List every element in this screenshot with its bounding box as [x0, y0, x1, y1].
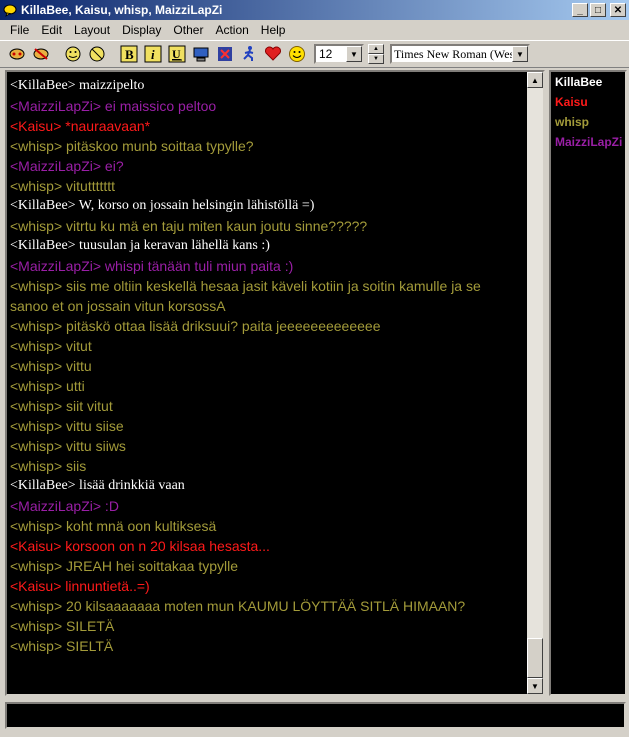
chat-message: <whisp> vittu — [10, 358, 92, 374]
chat-message: <whisp> JREAH hei soittakaa typylle — [10, 558, 238, 574]
toolbar: B i U 12 ▼ ▲ ▼ Times New Roman (Wes ▼ — [0, 40, 629, 68]
chat-message: <whisp> pitäskoo munb soittaa typylle? — [10, 138, 254, 154]
chevron-down-icon[interactable]: ▼ — [346, 46, 362, 62]
chat-message: <MaizziLapZi> ei? — [10, 158, 124, 174]
menu-other[interactable]: Other — [167, 23, 209, 37]
chat-app-icon — [3, 3, 17, 17]
chat-message: <whisp> siis — [10, 458, 87, 474]
chat-message: <whisp> 20 kilsaaaaaaa moten mun KAUMU L… — [10, 598, 466, 614]
underline-icon[interactable]: U — [166, 44, 187, 65]
nick-item[interactable]: Kaisu — [551, 92, 625, 112]
svg-text:U: U — [172, 47, 181, 61]
menu-layout[interactable]: Layout — [68, 23, 116, 37]
message-input[interactable] — [5, 702, 626, 729]
spin-up-icon[interactable]: ▲ — [368, 44, 384, 54]
smiley-icon[interactable] — [286, 44, 307, 65]
chat-message: <Kaisu> linnuntietä..=) — [10, 578, 150, 594]
svg-text:i: i — [151, 47, 155, 62]
svg-text:B: B — [125, 47, 134, 62]
chat-message: <MaizziLapZi> whispi tänään tuli miun pa… — [10, 258, 294, 274]
font-size-spinner[interactable]: ▲ ▼ — [368, 44, 384, 64]
chat-message: <whisp> pitäskö ottaa lisää driksuui? pa… — [10, 318, 381, 334]
nick-item[interactable]: whisp — [551, 112, 625, 132]
chat-message: <whisp> siit vitut — [10, 398, 113, 414]
chat-message: <Kaisu> *nauraavaan* — [10, 118, 151, 134]
minimize-button[interactable]: _ — [572, 3, 588, 17]
font-name-select[interactable]: Times New Roman (Wes ▼ — [390, 44, 530, 64]
chat-message: <Kaisu> korsoon on n 20 kilsaa hesasta..… — [10, 538, 270, 554]
connect-icon[interactable] — [6, 44, 27, 65]
chat-message: <whisp> SILETÄ — [10, 618, 115, 634]
chat-message: <whisp> vitut — [10, 338, 92, 354]
runner-icon[interactable] — [238, 44, 259, 65]
nick-item[interactable]: KillaBee — [551, 72, 625, 92]
nick-item[interactable]: MaizziLapZi — [551, 132, 625, 152]
chat-message: <KillaBee> tuusulan ja keravan lähellä k… — [10, 238, 270, 253]
kick-icon[interactable] — [214, 44, 235, 65]
italic-icon[interactable]: i — [142, 44, 163, 65]
chat-message: <whisp> utti — [10, 378, 85, 394]
chat-message: <whisp> siis me oltiin keskellä hesaa ja… — [10, 278, 481, 314]
away-icon[interactable] — [62, 44, 83, 65]
chat-message: <KillaBee> W, korso on jossain helsingin… — [10, 198, 315, 213]
menu-help[interactable]: Help — [255, 23, 292, 37]
bold-icon[interactable]: B — [118, 44, 139, 65]
chat-log[interactable]: <KillaBee> maizzipelto <MaizziLapZi> ei m… — [5, 70, 545, 696]
menu-display[interactable]: Display — [116, 23, 167, 37]
font-size-value: 12 — [319, 47, 333, 61]
chat-message: <whisp> vittu siise — [10, 418, 124, 434]
chat-message: <whisp> vitrtu ku mä en taju miten kaun … — [10, 218, 368, 234]
spin-down-icon[interactable]: ▼ — [368, 54, 384, 64]
font-name-value: Times New Roman (Wes — [394, 46, 515, 61]
chat-message: <whisp> vittu siiws — [10, 438, 126, 454]
chat-scrollbar[interactable]: ▲ ▼ — [527, 72, 543, 694]
chat-message: <whisp> SIELTÄ — [10, 638, 114, 654]
chat-message: <whisp> koht mnä oon kultiksesä — [10, 518, 217, 534]
menu-file[interactable]: File — [4, 23, 35, 37]
chat-message: <whisp> vituttttttt — [10, 178, 116, 194]
heart-icon[interactable] — [262, 44, 283, 65]
close-button[interactable]: ✕ — [610, 3, 626, 17]
nick-list: KillaBee Kaisu whisp MaizziLapZi — [549, 70, 627, 696]
chat-message: <KillaBee> maizzipelto — [10, 78, 145, 93]
emote-icon[interactable] — [86, 44, 107, 65]
menu-bar: File Edit Layout Display Other Action He… — [0, 20, 629, 40]
chat-message: <KillaBee> lisää drinkkiä vaan — [10, 478, 185, 493]
title-bar: KillaBee, Kaisu, whisp, MaizziLapZi _ □ … — [0, 0, 629, 20]
chat-message: <MaizziLapZi> :D — [10, 498, 119, 514]
chat-message: <MaizziLapZi> ei maissico peltoo — [10, 98, 217, 114]
menu-action[interactable]: Action — [209, 23, 254, 37]
scroll-up-icon[interactable]: ▲ — [527, 72, 543, 88]
scroll-down-icon[interactable]: ▼ — [527, 678, 543, 694]
computer-icon[interactable] — [190, 44, 211, 65]
window-title: KillaBee, Kaisu, whisp, MaizziLapZi — [21, 3, 223, 17]
chevron-down-icon[interactable]: ▼ — [512, 46, 528, 62]
menu-edit[interactable]: Edit — [35, 23, 68, 37]
maximize-button[interactable]: □ — [590, 3, 606, 17]
scroll-thumb[interactable] — [527, 638, 543, 678]
disconnect-icon[interactable] — [30, 44, 51, 65]
font-size-select[interactable]: 12 ▼ — [314, 44, 364, 64]
message-list: <KillaBee> maizzipelto <MaizziLapZi> ei m… — [10, 76, 520, 656]
